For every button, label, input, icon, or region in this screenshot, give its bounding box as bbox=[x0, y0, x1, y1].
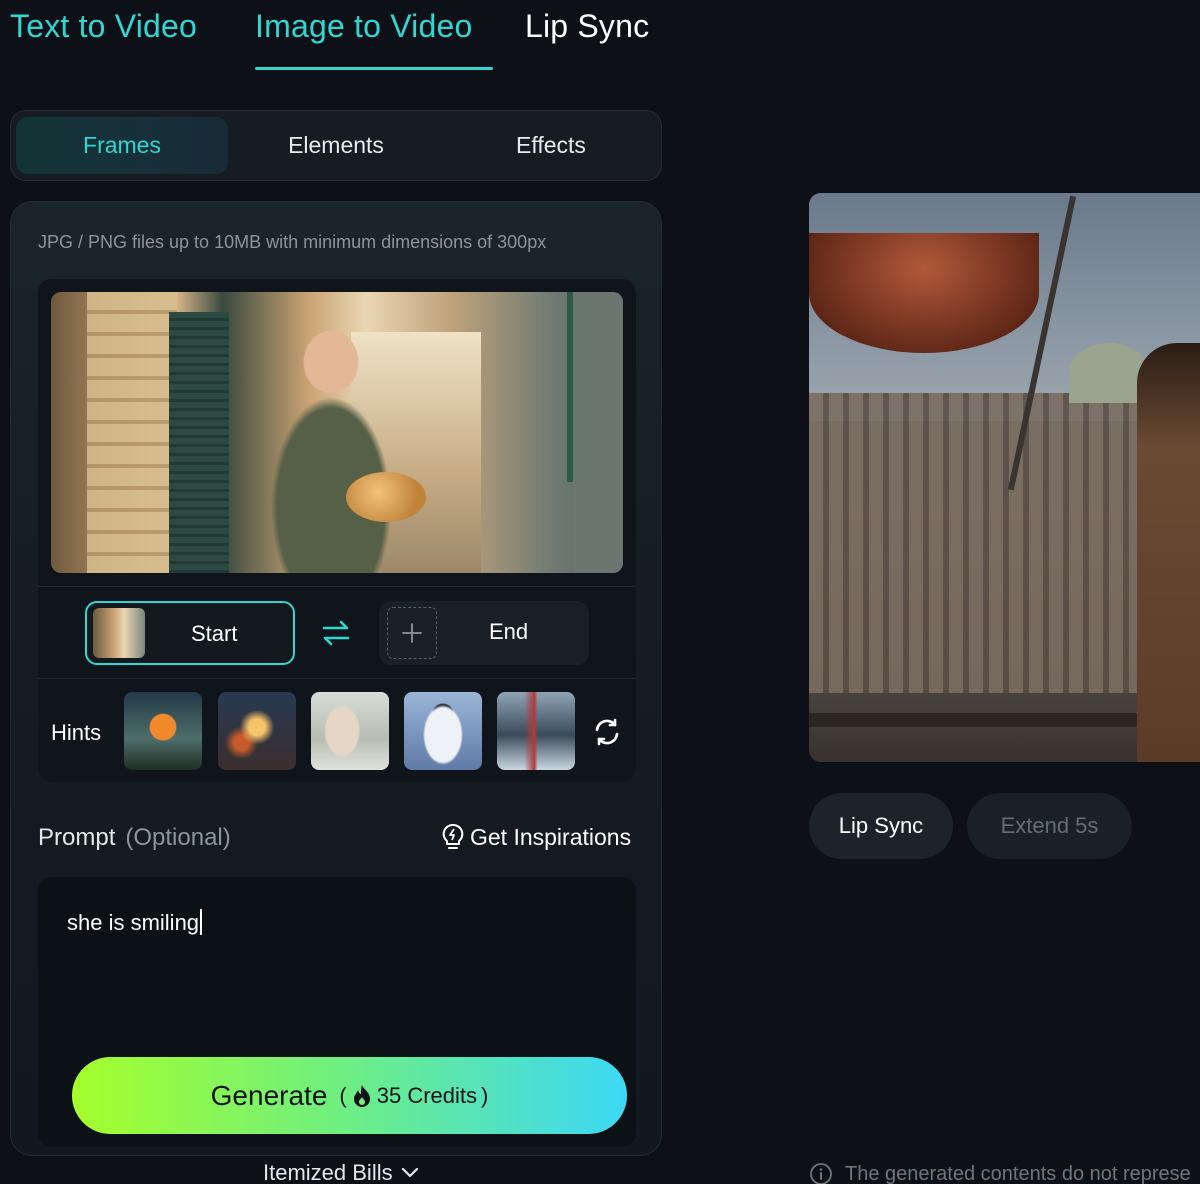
prompt-text: she is smiling bbox=[67, 909, 203, 936]
frame-box: Start End Hints bbox=[38, 279, 636, 782]
disclaimer-text: The generated contents do not represe bbox=[845, 1162, 1191, 1184]
generate-label: Generate bbox=[210, 1079, 328, 1111]
get-inspirations-button[interactable]: Get Inspirations bbox=[442, 822, 631, 852]
upload-hint: JPG / PNG files up to 10MB with minimum … bbox=[38, 232, 547, 252]
itemized-bills-label: Itemized Bills bbox=[263, 1160, 393, 1184]
prompt-label-text: Prompt bbox=[38, 824, 116, 851]
tab-text-to-video[interactable]: Text to Video bbox=[10, 8, 197, 45]
disclaimer: The generated contents do not represe bbox=[809, 1162, 1191, 1184]
segment-frames[interactable]: Frames bbox=[16, 117, 228, 174]
swap-frames-icon[interactable] bbox=[320, 617, 352, 649]
segment-effects[interactable]: Effects bbox=[445, 117, 657, 174]
hints-label: Hints bbox=[51, 720, 102, 745]
tab-lip-sync[interactable]: Lip Sync bbox=[525, 8, 649, 45]
add-end-frame-icon bbox=[387, 607, 437, 659]
frames-segmented-control: Frames Elements Effects bbox=[10, 110, 662, 181]
lightbulb-icon bbox=[442, 823, 464, 849]
divider bbox=[38, 678, 636, 679]
end-frame-label: End bbox=[489, 619, 529, 644]
generate-credits: ( 35 Credits ) bbox=[339, 1082, 489, 1108]
image-to-video-panel: JPG / PNG files up to 10MB with minimum … bbox=[10, 201, 662, 1156]
tab-image-to-video[interactable]: Image to Video bbox=[255, 8, 472, 45]
info-icon bbox=[810, 1163, 832, 1184]
hint-thumbnail[interactable] bbox=[404, 692, 482, 770]
end-frame-button[interactable]: End bbox=[379, 601, 589, 665]
segment-elements[interactable]: Elements bbox=[230, 117, 442, 174]
uploaded-image-preview[interactable] bbox=[51, 292, 623, 573]
hint-thumbnail[interactable] bbox=[218, 692, 296, 770]
itemized-bills-toggle[interactable]: Itemized Bills bbox=[263, 1160, 419, 1184]
lip-sync-button[interactable]: Lip Sync bbox=[809, 793, 953, 859]
prompt-label: Prompt (Optional) bbox=[38, 824, 231, 852]
chevron-down-icon bbox=[401, 1167, 418, 1178]
prompt-value: she is smiling bbox=[67, 910, 200, 935]
generate-button[interactable]: Generate ( 35 Credits ) bbox=[72, 1057, 627, 1134]
start-frame-label: Start bbox=[191, 621, 238, 646]
text-caret bbox=[200, 909, 203, 935]
prompt-optional-label: (Optional) bbox=[125, 824, 231, 851]
start-frame-button[interactable]: Start bbox=[85, 601, 295, 665]
hint-thumbnail[interactable] bbox=[124, 692, 202, 770]
flame-icon bbox=[353, 1084, 370, 1107]
generated-video-preview[interactable] bbox=[809, 193, 1200, 762]
credits-amount: 35 Credits bbox=[376, 1082, 478, 1108]
divider bbox=[38, 586, 636, 587]
refresh-hints-icon[interactable] bbox=[592, 717, 622, 747]
extend-5s-button[interactable]: Extend 5s bbox=[967, 793, 1132, 859]
hint-thumbnail[interactable] bbox=[497, 692, 575, 770]
start-frame-thumbnail bbox=[93, 608, 145, 658]
get-inspirations-label: Get Inspirations bbox=[470, 823, 632, 850]
hint-thumbnail[interactable] bbox=[311, 692, 389, 770]
active-tab-underline bbox=[255, 67, 493, 70]
